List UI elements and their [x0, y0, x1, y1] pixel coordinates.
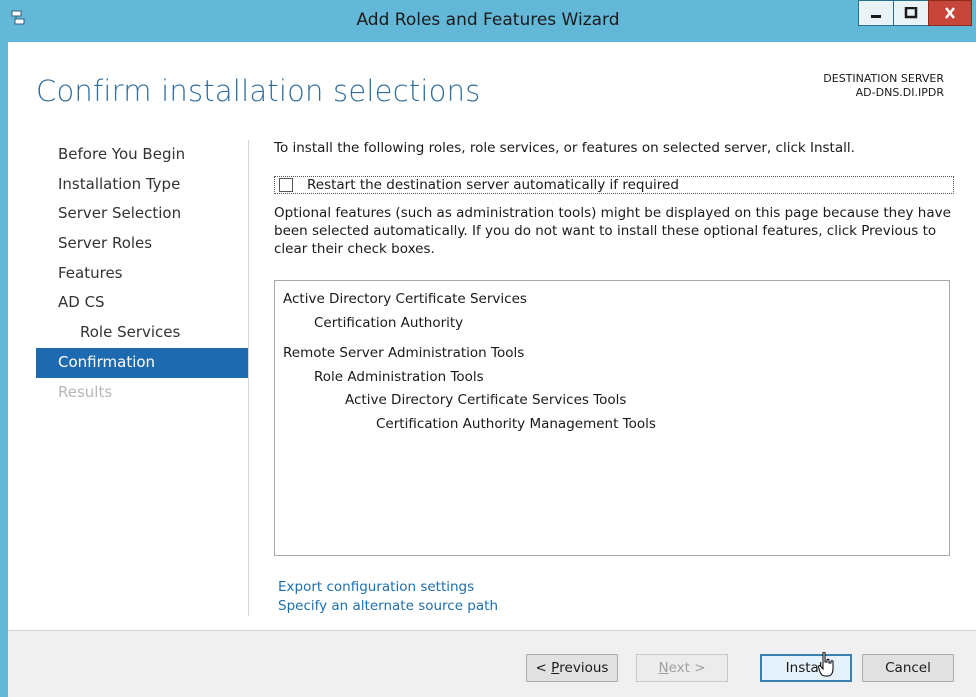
window-title: Add Roles and Features Wizard: [356, 10, 620, 30]
nav-item-before-you-begin[interactable]: Before You Begin: [36, 140, 248, 170]
nav-item-ad-cs[interactable]: AD CS: [36, 288, 248, 318]
confirmation-panel: To install the following roles, role ser…: [274, 140, 954, 614]
wizard-window: Add Roles and Features Wizard Confirm in…: [0, 0, 976, 697]
next-button[interactable]: Next >: [636, 654, 728, 682]
wizard-steps-nav: Before You Begin Installation Type Serve…: [36, 140, 248, 407]
next-mnemonic: N: [658, 660, 669, 676]
destination-server-info: DESTINATION SERVER AD-DNS.DI.IPDR: [823, 72, 944, 100]
restart-checkbox[interactable]: [279, 178, 293, 192]
page-title: Confirm installation selections: [36, 74, 481, 108]
nav-item-role-services[interactable]: Role Services: [36, 318, 248, 348]
title-bar[interactable]: Add Roles and Features Wizard: [0, 0, 976, 42]
destination-label: DESTINATION SERVER: [823, 72, 944, 85]
wizard-content: Confirm installation selections DESTINAT…: [8, 42, 976, 630]
destination-server-name: AD-DNS.DI.IPDR: [855, 86, 944, 99]
sidebar-divider: [248, 140, 249, 616]
list-item: Certification Authority: [314, 314, 464, 331]
install-button[interactable]: Install: [760, 654, 852, 682]
next-rest: ext >: [668, 660, 706, 676]
maximize-button[interactable]: [893, 0, 929, 26]
nav-item-confirmation[interactable]: Confirmation: [36, 347, 248, 378]
nav-item-installation-type[interactable]: Installation Type: [36, 170, 248, 200]
restart-checkbox-label[interactable]: Restart the destination server automatic…: [307, 177, 679, 193]
links-area: Export configuration settings Specify an…: [278, 578, 498, 616]
minimize-icon: [869, 4, 883, 23]
list-item: Active Directory Certificate Services To…: [345, 392, 627, 408]
cancel-label: Cancel: [885, 660, 931, 676]
list-item: Certification Authority Management Tools: [376, 415, 656, 432]
nav-item-server-roles[interactable]: Server Roles: [36, 229, 248, 259]
nav-item-results: Results: [58, 382, 113, 401]
minimize-button[interactable]: [858, 0, 894, 26]
cancel-button[interactable]: Cancel: [862, 654, 954, 682]
nav-item-server-selection[interactable]: Server Selection: [36, 199, 248, 229]
list-item: Role Administration Tools: [314, 368, 484, 385]
previous-button[interactable]: < Previous: [526, 654, 618, 682]
previous-prefix: <: [535, 660, 552, 676]
list-item: Active Directory Certificate Services: [283, 291, 527, 307]
previous-mnemonic: P: [551, 660, 560, 676]
maximize-icon: [904, 4, 918, 23]
intro-text: To install the following roles, role ser…: [274, 140, 855, 156]
alternate-source-link[interactable]: Specify an alternate source path: [278, 597, 498, 616]
mouse-cursor-icon: [817, 651, 836, 682]
close-icon: [943, 4, 957, 23]
optional-features-note: Optional features (such as administratio…: [274, 205, 951, 257]
selections-list[interactable]: Active Directory Certificate Services Ce…: [274, 280, 950, 556]
previous-rest: revious: [559, 660, 609, 676]
nav-item-features[interactable]: Features: [36, 259, 248, 289]
close-button[interactable]: [928, 0, 972, 26]
list-item: Remote Server Administration Tools: [283, 345, 525, 361]
export-settings-link[interactable]: Export configuration settings: [278, 578, 498, 597]
restart-checkbox-row[interactable]: Restart the destination server automatic…: [274, 176, 954, 194]
